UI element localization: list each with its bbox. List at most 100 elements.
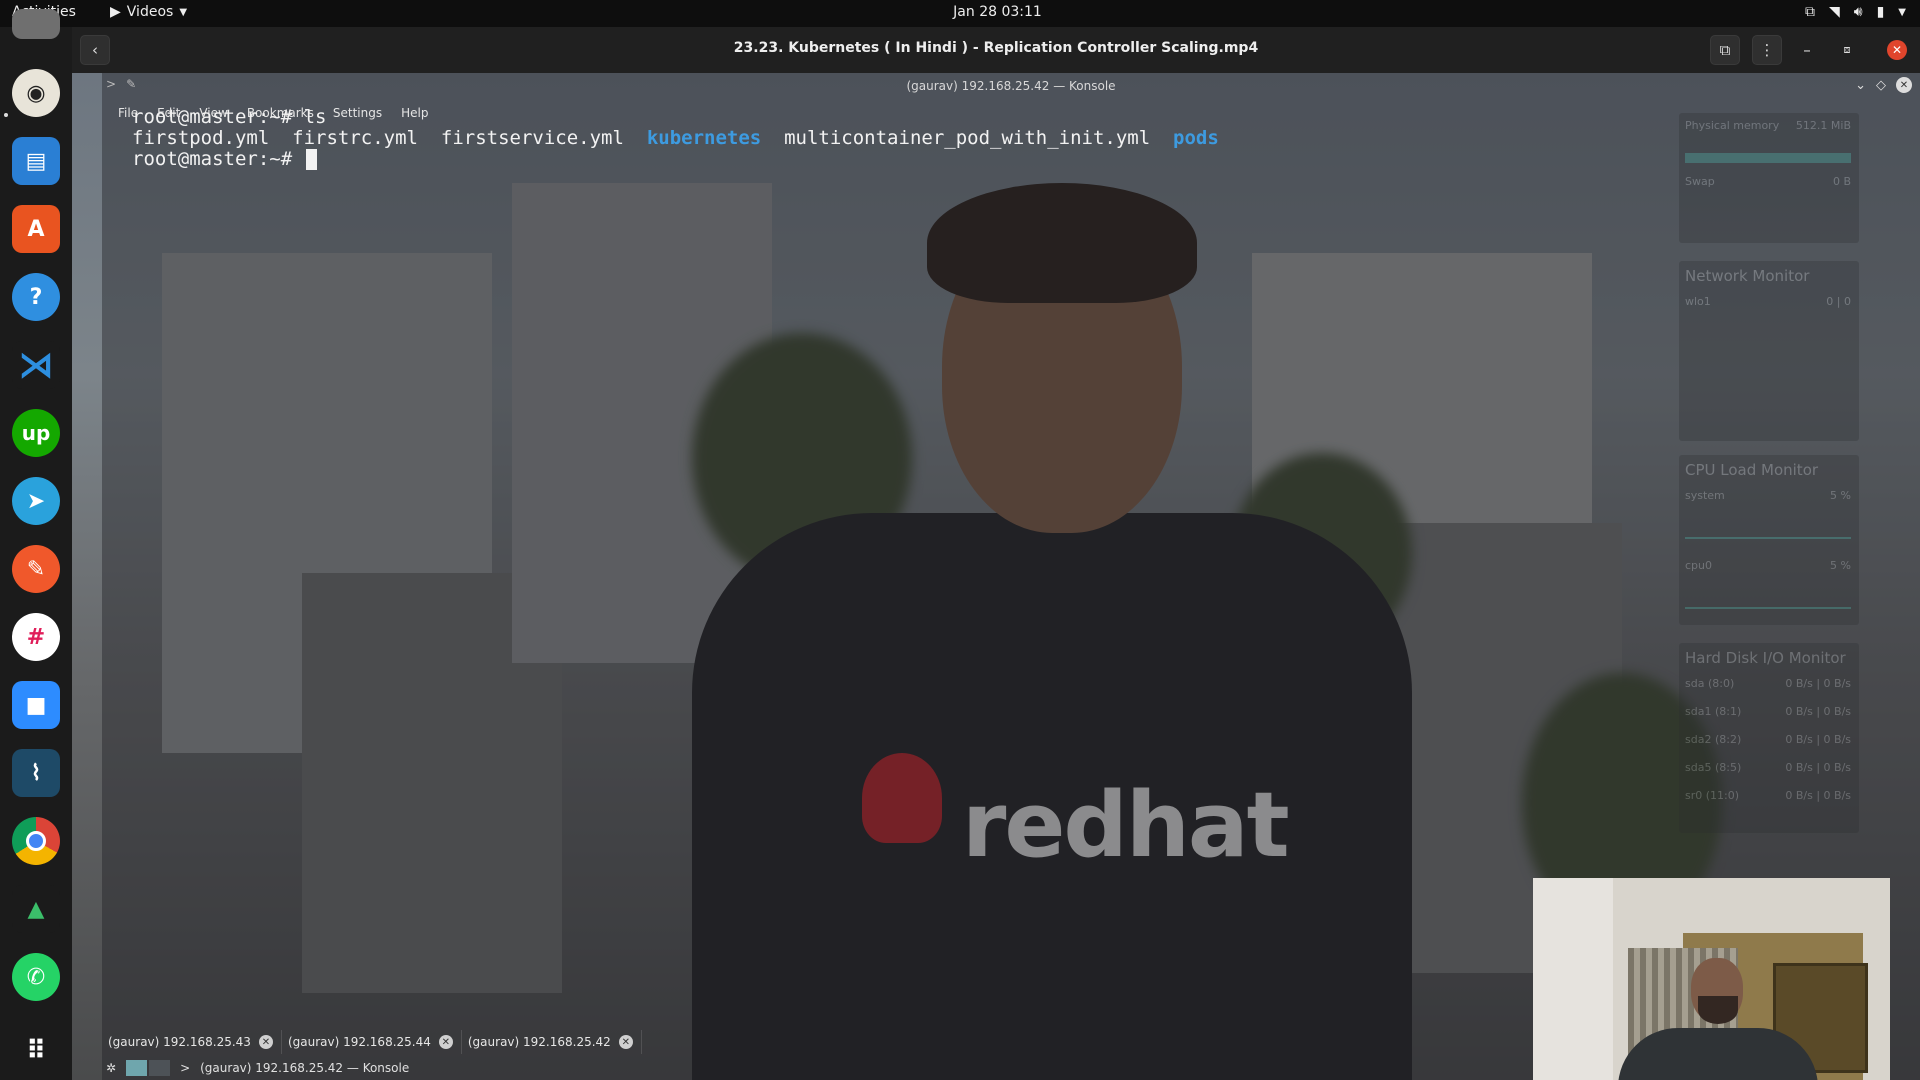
close-icon[interactable]: ✕ (258, 1035, 273, 1049)
software-center-icon[interactable]: A (12, 205, 60, 253)
network-value: 0 | 0 (1826, 295, 1851, 308)
disk-value: 0 B/s | 0 B/s (1785, 677, 1851, 690)
chevron-down-icon[interactable]: ▼ (1898, 7, 1906, 18)
disk-row: sda (8:0) 0 B/s | 0 B/s (1685, 677, 1851, 690)
disk-row: sr0 (11:0) 0 B/s | 0 B/s (1685, 789, 1851, 802)
video-player-header: ‹ 23.23. Kubernetes ( In Hindi ) - Repli… (72, 27, 1920, 73)
menu-button[interactable]: ⋮ (1752, 35, 1782, 65)
cpu0-row: cpu0 5 % (1685, 559, 1851, 572)
whatsapp-icon[interactable]: ✆ (12, 953, 60, 1001)
terminal-cursor (305, 149, 317, 170)
wifi-icon[interactable]: ◥ (1829, 4, 1840, 20)
memory-panel: Physical memory 512.1 MiB Swap 0 B (1679, 113, 1859, 243)
terminal-line-3[interactable]: root@master:~# (132, 148, 317, 170)
konsole-tab-active[interactable]: (gaurav) 192.168.25.42 ✕ (462, 1030, 642, 1054)
kde-taskbar: ✲ > (gaurav) 192.168.25.42 — Konsole (102, 1056, 1302, 1080)
memory-bar (1685, 153, 1851, 163)
swap-label: Swap (1685, 175, 1715, 188)
webcam-overlay (1533, 878, 1890, 1080)
slack-icon[interactable]: # (12, 613, 60, 661)
close-icon[interactable]: ✕ (1896, 77, 1912, 93)
swap-row: Swap 0 B (1685, 175, 1851, 188)
command: ls (303, 106, 327, 128)
telegram-icon[interactable]: ➤ (12, 477, 60, 525)
disk-title: Hard Disk I/O Monitor (1685, 649, 1846, 667)
webcam-wall (1533, 878, 1613, 1080)
cpu-panel: CPU Load Monitor system 5 % cpu0 5 % (1679, 455, 1859, 625)
prompt: root@master:~# (132, 148, 304, 170)
disk-row: sda2 (8:2) 0 B/s | 0 B/s (1685, 733, 1851, 746)
screen-icon[interactable]: ⧉ (1805, 4, 1815, 20)
memory-label: Physical memory (1685, 119, 1780, 132)
upwork-icon[interactable]: up (12, 409, 60, 457)
disk-name: sr0 (11:0) (1685, 789, 1740, 802)
tab-label: (gaurav) 192.168.25.44 (287, 1035, 431, 1049)
picture-in-picture-button[interactable]: ⧉ (1710, 35, 1740, 65)
cpu-system-label: system (1685, 489, 1725, 502)
disk-row: sda1 (8:1) 0 B/s | 0 B/s (1685, 705, 1851, 718)
show-applications-icon[interactable]: ⠿ (12, 1027, 60, 1075)
disk-value: 0 B/s | 0 B/s (1785, 733, 1851, 746)
chrome-icon[interactable] (12, 817, 60, 865)
chevron-down-icon[interactable]: ⌄ (1855, 78, 1866, 93)
video-title: 23.23. Kubernetes ( In Hindi ) - Replica… (733, 40, 1259, 56)
konsole-tab[interactable]: (gaurav) 192.168.25.44 ✕ (282, 1030, 462, 1054)
cpu0-value: 5 % (1830, 559, 1851, 572)
dock: ◉ ▤ A ? ⋊ up ➤ ✎ # ■ ⌇ ▲ ✆ ⠿ (0, 9, 72, 1080)
battery-icon[interactable]: ▮ (1877, 4, 1885, 20)
running-indicator (4, 113, 8, 117)
close-icon[interactable]: ✕ (438, 1035, 453, 1049)
memory-row: Physical memory 512.1 MiB (1685, 119, 1851, 132)
pen-tool-icon[interactable]: ✎ (12, 545, 60, 593)
minimize-button[interactable]: – (1792, 35, 1822, 65)
files-icon[interactable] (12, 9, 60, 39)
file-entry: firstpod.yml (132, 127, 270, 149)
network-title: Network Monitor (1685, 267, 1810, 285)
vscode-icon[interactable]: ⋊ (12, 341, 60, 389)
prompt: root@master:~# (132, 106, 304, 128)
file-entry: firstservice.yml (440, 127, 624, 149)
close-button[interactable]: ✕ (1887, 40, 1907, 60)
volume-icon[interactable]: 🔊︎ (1854, 4, 1863, 20)
writer-icon[interactable]: ▤ (12, 137, 60, 185)
konsole-window-buttons: ⌄ ◇ ✕ (1855, 77, 1912, 93)
konsole-title: (gaurav) 192.168.25.42 — Konsole (906, 79, 1116, 93)
disk-value: 0 B/s | 0 B/s (1785, 789, 1851, 802)
cpu-title: CPU Load Monitor (1685, 461, 1819, 479)
webcam-person-body (1618, 1028, 1818, 1080)
cpu-system-row: system 5 % (1685, 489, 1851, 502)
clock[interactable]: Jan 28 03:11 (0, 4, 1920, 20)
terminal-line-2: firstpod.yml firstrc.yml firstservice.ym… (132, 127, 1219, 149)
diamond-icon[interactable]: ◇ (1876, 78, 1886, 93)
help-icon[interactable]: ? (12, 273, 60, 321)
memory-value: 512.1 MiB (1795, 119, 1851, 132)
konsole-tab[interactable]: (gaurav) 192.168.25.43 ✕ (102, 1030, 282, 1054)
konsole-tab-bar: (gaurav) 192.168.25.43 ✕ (gaurav) 192.168… (102, 1030, 1602, 1054)
close-icon[interactable]: ✕ (618, 1035, 633, 1049)
mysql-workbench-icon[interactable]: ⌇ (12, 749, 60, 797)
menu-settings[interactable]: Settings (333, 106, 382, 120)
maximize-button[interactable]: ⧈ (1832, 35, 1862, 65)
zoom-icon[interactable]: ■ (12, 681, 60, 729)
disk-value: 0 B/s | 0 B/s (1785, 705, 1851, 718)
disk-row: sda5 (8:5) 0 B/s | 0 B/s (1685, 761, 1851, 774)
rocket-icon[interactable]: ▲ (12, 885, 60, 933)
cpu0-graph (1685, 595, 1851, 609)
cpu-system-value: 5 % (1830, 489, 1851, 502)
taskbar-entry[interactable]: (gaurav) 192.168.25.42 — Konsole (200, 1061, 409, 1075)
file-entry: firstrc.yml (292, 127, 419, 149)
system-tray[interactable]: ⧉ ◥ 🔊︎ ▮ ▼ (1805, 4, 1906, 20)
disk-name: sda2 (8:2) (1685, 733, 1742, 746)
rhythmbox-icon[interactable]: ◉ (12, 69, 60, 117)
network-panel: Network Monitor wlo1 0 | 0 (1679, 261, 1859, 441)
network-row: wlo1 0 | 0 (1685, 295, 1851, 308)
disk-name: sda1 (8:1) (1685, 705, 1742, 718)
disk-panel: Hard Disk I/O Monitor sda (8:0) 0 B/s | 0… (1679, 643, 1859, 833)
network-iface: wlo1 (1685, 295, 1711, 308)
workspace-pager[interactable] (126, 1060, 171, 1076)
file-entry: multicontainer_pod_with_init.yml (784, 127, 1151, 149)
tab-label: (gaurav) 192.168.25.42 (467, 1035, 611, 1049)
menu-help[interactable]: Help (401, 106, 428, 120)
system-monitor-panel: Physical memory 512.1 MiB Swap 0 B Network… (1679, 113, 1869, 913)
kde-menu-icon[interactable]: ✲ (106, 1061, 116, 1075)
